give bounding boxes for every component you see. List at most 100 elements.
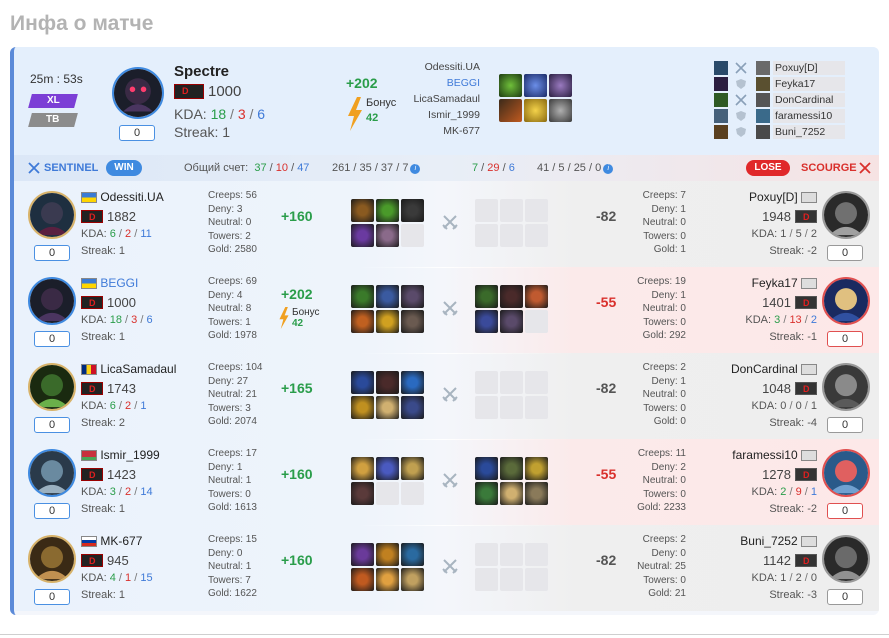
item-icon[interactable] bbox=[499, 99, 522, 122]
item-icon[interactable] bbox=[351, 285, 374, 308]
hero-avatar[interactable] bbox=[28, 191, 76, 239]
item-icon[interactable] bbox=[475, 310, 498, 333]
opponent-hero-avatar[interactable] bbox=[822, 449, 870, 497]
item-icon[interactable] bbox=[351, 310, 374, 333]
summary-player-name[interactable]: Spectre bbox=[174, 63, 229, 80]
hero-avatar-spectre[interactable] bbox=[112, 67, 164, 119]
opponent-stats: Creeps: 19 Deny: 1 Neutral: 0 Towers: 0 Gold… bbox=[637, 276, 686, 341]
item-icon[interactable] bbox=[376, 285, 399, 308]
item-icon[interactable] bbox=[499, 74, 522, 97]
rating-delta: +160 bbox=[281, 552, 313, 568]
opponent-hero-avatar[interactable] bbox=[822, 363, 870, 411]
country-flag-icon bbox=[81, 536, 97, 548]
opponent-name[interactable]: Feyka17 bbox=[752, 276, 817, 290]
hero-avatar[interactable] bbox=[28, 449, 76, 497]
item-icon[interactable] bbox=[401, 543, 424, 566]
player-name[interactable]: BEGGI bbox=[81, 276, 138, 290]
item-icon[interactable] bbox=[401, 285, 424, 308]
hero-avatar[interactable] bbox=[28, 277, 76, 325]
match-card: 25m : 53s XL TB 0 Spectre 1000 KDA: 18 /… bbox=[10, 47, 879, 615]
item-icon[interactable] bbox=[351, 396, 374, 419]
empty-item-slot bbox=[500, 199, 523, 222]
summary-kda: KDA: 18 / 3 / 6 bbox=[174, 106, 266, 122]
opponent-name[interactable]: DonCardinal bbox=[731, 362, 817, 376]
player-name[interactable]: LicaSamadaul bbox=[81, 362, 176, 376]
item-icon[interactable] bbox=[401, 396, 424, 419]
item-icon[interactable] bbox=[401, 457, 424, 480]
item-icon[interactable] bbox=[376, 224, 399, 247]
item-icon[interactable] bbox=[351, 224, 374, 247]
empty-item-slot bbox=[500, 396, 523, 419]
item-icon[interactable] bbox=[401, 310, 424, 333]
sentinel-extra-stats: 261 / 35 / 37 / 7i bbox=[332, 162, 421, 174]
item-icon[interactable] bbox=[351, 543, 374, 566]
item-icon[interactable] bbox=[376, 396, 399, 419]
matchup-left-name[interactable]: Ismir_1999 bbox=[360, 109, 480, 121]
item-icon[interactable] bbox=[376, 199, 399, 222]
item-icon[interactable] bbox=[500, 310, 523, 333]
item-icon[interactable] bbox=[376, 310, 399, 333]
crossed-swords-icon bbox=[735, 62, 747, 74]
item-icon[interactable] bbox=[524, 99, 547, 122]
opponent-name[interactable]: faramessi10 bbox=[732, 448, 817, 462]
matchup-right-name[interactable]: Buni_7252 bbox=[773, 125, 845, 139]
item-icon[interactable] bbox=[351, 371, 374, 394]
item-icon[interactable] bbox=[500, 285, 523, 308]
country-flag-icon bbox=[801, 192, 817, 204]
hero-avatar[interactable] bbox=[28, 363, 76, 411]
player-items bbox=[351, 457, 424, 505]
opponent-hero-avatar[interactable] bbox=[822, 535, 870, 583]
item-icon[interactable] bbox=[351, 457, 374, 480]
item-icon[interactable] bbox=[549, 74, 572, 97]
item-icon[interactable] bbox=[351, 568, 374, 591]
opponent-hero-avatar[interactable] bbox=[822, 277, 870, 325]
player-name[interactable]: Ismir_1999 bbox=[81, 448, 160, 462]
matchup-left-name[interactable]: Odessiti.UA bbox=[360, 61, 480, 73]
item-icon[interactable] bbox=[401, 199, 424, 222]
hero-avatar[interactable] bbox=[28, 535, 76, 583]
item-icon[interactable] bbox=[500, 482, 523, 505]
item-icon[interactable] bbox=[351, 482, 374, 505]
info-icon[interactable]: i bbox=[603, 164, 614, 174]
opponent-stats: Creeps: 2 Deny: 0 Neutral: 25 Towers: 0 Gold… bbox=[637, 534, 686, 599]
opponent-rating-delta: -55 bbox=[596, 466, 617, 482]
bonus: Бонус 42 bbox=[278, 307, 320, 329]
item-icon[interactable] bbox=[401, 568, 424, 591]
opponent-name[interactable]: Buni_7252 bbox=[740, 534, 817, 548]
matchup-left-name[interactable]: MK-677 bbox=[360, 125, 480, 137]
matchup-right-name[interactable]: faramessi10 bbox=[773, 109, 845, 123]
item-icon[interactable] bbox=[376, 568, 399, 591]
item-icon[interactable] bbox=[475, 285, 498, 308]
item-icon[interactable] bbox=[376, 371, 399, 394]
opponent-hero-avatar[interactable] bbox=[822, 191, 870, 239]
item-icon[interactable] bbox=[549, 99, 572, 122]
item-icon[interactable] bbox=[525, 457, 548, 480]
opponent-score-box: 0 bbox=[827, 589, 863, 605]
item-icon[interactable] bbox=[351, 199, 374, 222]
matchup-right-name[interactable]: DonCardinal bbox=[773, 93, 845, 107]
opponent-items bbox=[475, 457, 548, 505]
player-name[interactable]: MK-677 bbox=[81, 534, 142, 548]
scourge-label: SCOURGE bbox=[801, 162, 857, 174]
item-icon[interactable] bbox=[376, 457, 399, 480]
matchup-left-name[interactable]: LicaSamadaul bbox=[360, 93, 480, 105]
opponent-name[interactable]: Poxuy[D] bbox=[749, 190, 817, 204]
player-rating: 1423 bbox=[81, 467, 136, 482]
item-icon[interactable] bbox=[376, 543, 399, 566]
player-score-box: 0 bbox=[34, 331, 70, 347]
item-icon[interactable] bbox=[525, 285, 548, 308]
item-icon[interactable] bbox=[500, 457, 523, 480]
player-name[interactable]: Odessiti.UA bbox=[81, 190, 164, 204]
item-icon[interactable] bbox=[475, 482, 498, 505]
matchup-right-name[interactable]: Poxuy[D] bbox=[773, 61, 845, 75]
matchup-left-name[interactable]: BEGGI bbox=[360, 77, 480, 89]
matchup-right-name[interactable]: Feyka17 bbox=[773, 77, 845, 91]
item-icon[interactable] bbox=[524, 74, 547, 97]
item-icon[interactable] bbox=[401, 371, 424, 394]
win-badge: WIN bbox=[106, 160, 142, 176]
item-icon[interactable] bbox=[525, 482, 548, 505]
item-icon[interactable] bbox=[475, 457, 498, 480]
player-stats: Creeps: 17 Deny: 1 Neutral: 1 Towers: 0 Gold… bbox=[208, 448, 257, 513]
opponent-streak: Streak: -4 bbox=[769, 417, 817, 429]
info-icon[interactable]: i bbox=[410, 164, 421, 174]
